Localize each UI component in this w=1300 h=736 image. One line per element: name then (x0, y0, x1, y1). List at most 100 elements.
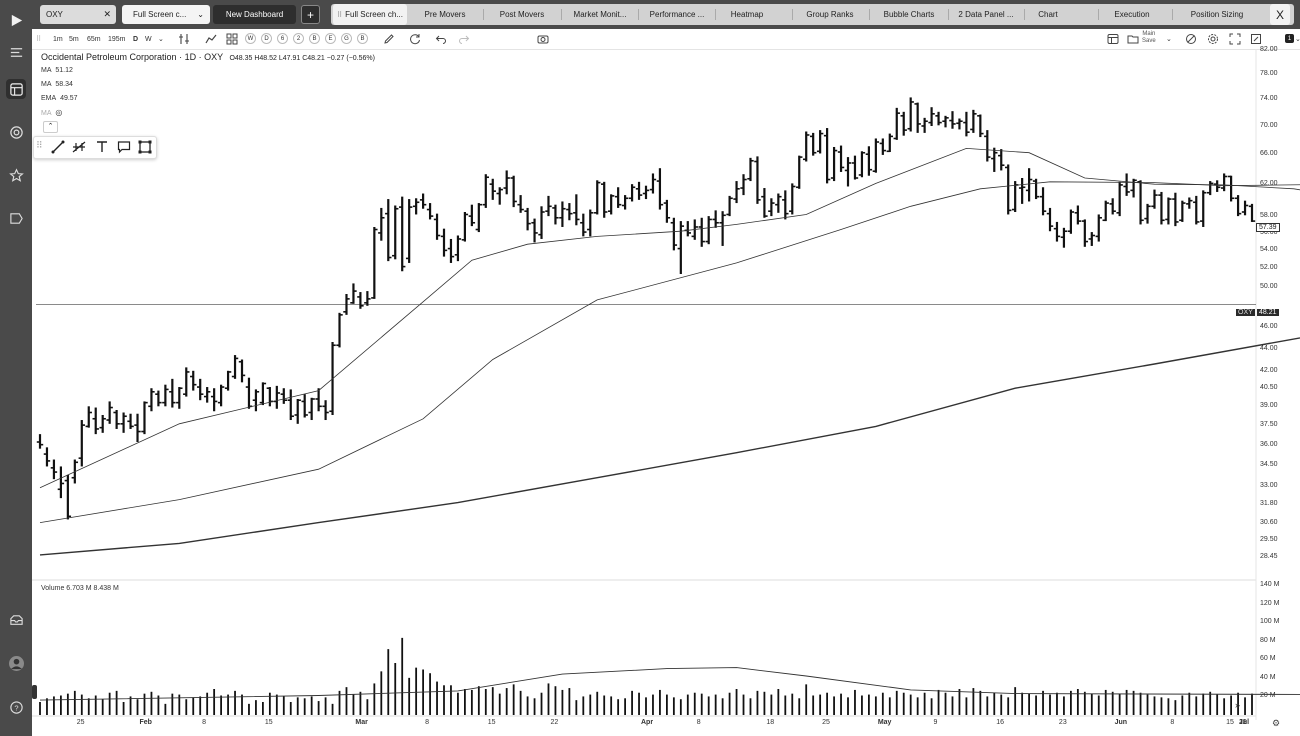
chevron-down-icon[interactable]: ⌄ (158, 33, 164, 45)
tab-position-sizing[interactable]: Position Sizing (1173, 4, 1261, 25)
ohlc-bar (475, 203, 483, 233)
undo-icon[interactable] (435, 32, 447, 44)
play-logo-icon[interactable] (6, 10, 26, 30)
folder-icon[interactable] (1127, 32, 1139, 44)
camera-icon[interactable] (537, 32, 549, 44)
ohlc-bar (120, 412, 127, 433)
avatar[interactable] (6, 653, 26, 673)
close-all-button[interactable]: X (1270, 4, 1290, 25)
target-icon[interactable] (6, 122, 26, 142)
close-icon[interactable]: ✕ (103, 9, 111, 20)
fullscreen-icon[interactable] (1229, 32, 1241, 45)
tab-group-ranks[interactable]: Group Ranks (793, 4, 867, 25)
tab-pre-movers[interactable]: Pre Movers (407, 4, 483, 25)
ohlc-bar (580, 213, 587, 237)
ohlc-bar (482, 174, 489, 208)
circle-btn-2[interactable]: 2 (293, 33, 304, 44)
collapse-legend-button[interactable]: ⌃ (43, 121, 58, 133)
ohlc-bar (426, 203, 434, 220)
price-tick-label: 34.50 (1260, 461, 1278, 469)
chevron-down-icon[interactable]: ⌄ (197, 10, 204, 19)
fib-tool-icon[interactable] (72, 140, 86, 154)
circle-btn-e[interactable]: E (325, 33, 336, 44)
alert-icon[interactable] (1185, 32, 1197, 44)
settings-icon[interactable] (1207, 32, 1219, 44)
ohlc-bar (628, 184, 636, 202)
horizontal-line-price[interactable]: 48.21 (1257, 309, 1279, 316)
menu-icon[interactable] (6, 42, 26, 62)
chart-type-icon[interactable] (205, 32, 217, 44)
ohlc-bar (747, 157, 754, 182)
indicators-icon[interactable] (178, 32, 190, 44)
ohlc-bar (844, 157, 852, 187)
callout-tool-icon[interactable] (117, 140, 131, 154)
tab-2-data-panel[interactable]: 2 Data Panel ... (949, 4, 1023, 25)
interval-65m[interactable]: 65m (87, 33, 101, 45)
save-layout-button[interactable]: Main Save (1142, 31, 1156, 45)
left-collapse-handle[interactable] (32, 685, 37, 699)
redo-icon[interactable] (458, 32, 470, 44)
legend-ema[interactable]: EMA 49.57 (41, 95, 78, 102)
help-icon[interactable]: ? (6, 697, 26, 717)
interval-d[interactable]: D (133, 33, 138, 45)
dashboard-tab[interactable]: Full Screen c... ⌄ (122, 5, 210, 24)
price-chart[interactable] (32, 49, 1300, 736)
chevron-down-icon[interactable]: ⌄ (1295, 33, 1300, 45)
ohlc-bar (301, 394, 308, 418)
pencil-icon[interactable] (383, 32, 395, 44)
ohlc-bar (893, 107, 900, 140)
eye-off-icon[interactable]: ◎ (55, 108, 62, 117)
interval-5m[interactable]: 5m (69, 33, 79, 45)
interval-195m[interactable]: 195m (108, 33, 126, 45)
legend-ma-1[interactable]: MA 51.12 (41, 67, 73, 74)
tab-chart[interactable]: Chart (1025, 4, 1071, 25)
add-tab-button[interactable]: + (301, 5, 320, 24)
tab-full-screen-chart[interactable]: ⠿ Full Screen ch... (333, 4, 407, 25)
drag-handle-icon[interactable]: ⠿ (36, 33, 41, 45)
inbox-icon[interactable] (6, 610, 26, 630)
layout-icon[interactable] (6, 79, 26, 99)
ohlc-bar (1220, 173, 1228, 192)
horizontal-line-symbol[interactable]: OXY (1236, 309, 1255, 316)
text-tool-icon[interactable] (95, 140, 109, 154)
snapshot-icon[interactable] (1250, 32, 1262, 44)
template-icon[interactable] (1107, 32, 1119, 44)
interval-w[interactable]: W (145, 33, 152, 45)
chevron-down-icon[interactable]: ⌄ (1166, 33, 1172, 45)
count-badge[interactable]: 1 (1285, 34, 1294, 43)
circle-btn-d[interactable]: D (261, 33, 272, 44)
star-icon[interactable] (6, 165, 26, 185)
circle-btn-b[interactable]: B (309, 33, 320, 44)
ohlc-bar (1130, 178, 1137, 198)
legend-ma-2[interactable]: MA 58.34 (41, 81, 73, 88)
ohlc-bar (900, 111, 907, 136)
tab-heatmap[interactable]: Heatmap (716, 4, 778, 25)
scroll-right-icon[interactable]: » (1231, 700, 1244, 713)
drag-handle-icon[interactable]: ⠿ (36, 140, 50, 154)
screener-icon[interactable] (6, 208, 26, 228)
tab-bubble-charts[interactable]: Bubble Charts (870, 4, 948, 25)
ohlc-bar (266, 387, 274, 407)
tab-market-monitor[interactable]: Market Monit... (562, 4, 638, 25)
circle-btn-g[interactable]: G (341, 33, 352, 44)
rectangle-tool-icon[interactable] (138, 140, 152, 154)
interval-1m[interactable]: 1m (53, 33, 63, 45)
circle-btn-w[interactable]: W (245, 33, 256, 44)
symbol-input[interactable]: OXY ✕ (40, 5, 116, 24)
ohlc-bar (816, 130, 824, 154)
refresh-icon[interactable] (409, 32, 421, 45)
axis-settings-icon[interactable]: ⚙ (1272, 718, 1280, 729)
tab-performance[interactable]: Performance ... (639, 4, 715, 25)
circle-btn-6[interactable]: 6 (277, 33, 288, 44)
tab-post-movers[interactable]: Post Movers (484, 4, 560, 25)
price-tick-label: 78.00 (1260, 70, 1278, 78)
new-dashboard-button[interactable]: New Dashboard (213, 5, 296, 24)
layouts-icon[interactable] (226, 32, 238, 45)
legend-ma-hidden[interactable]: MA ◎ (41, 108, 62, 117)
tab-execution[interactable]: Execution (1099, 4, 1165, 25)
trendline-tool-icon[interactable] (51, 140, 65, 154)
circle-btn-b2[interactable]: B (357, 33, 368, 44)
ohlc-bar (1081, 219, 1089, 247)
ohlc-bar (1123, 173, 1130, 196)
price-tick-label: 82.00 (1260, 46, 1278, 54)
